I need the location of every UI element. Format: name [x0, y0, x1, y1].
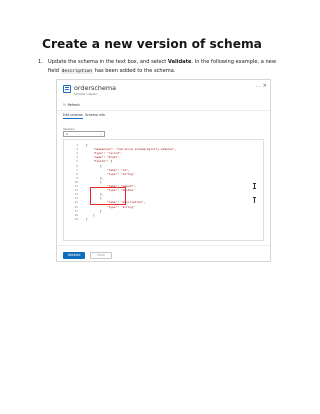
version-select[interactable]: 1 ⌄ — [63, 131, 105, 137]
close-icon[interactable]: ✕ — [263, 83, 267, 89]
step-bold-word: Validate — [167, 59, 192, 65]
page-title: Create a new version of schema — [42, 37, 262, 51]
more-options-icon[interactable]: ... — [256, 83, 262, 89]
validate-button[interactable]: Validate — [63, 252, 85, 259]
chevron-down-icon: ⌄ — [99, 132, 102, 136]
code-line: 19} — [64, 217, 263, 221]
save-button[interactable]: Save — [90, 252, 112, 259]
step-text-before: Update the schema in the text box, and s… — [48, 59, 168, 65]
schema-subtitle: Schema (classic) — [74, 92, 98, 96]
refresh-button[interactable]: ↻ Refresh — [63, 103, 80, 107]
command-bar: ↻ Refresh — [57, 101, 270, 111]
step-code-word: description — [60, 69, 94, 74]
version-value: 1 — [66, 132, 68, 136]
code-punctuation: } — [86, 216, 88, 221]
step-number: 1. — [38, 59, 43, 65]
tab-schema-info[interactable]: Schema info — [85, 113, 105, 117]
footer-bar: Validate Save — [57, 245, 270, 261]
step-text-after: has been added to the schema. — [93, 68, 176, 74]
refresh-icon: ↻ — [63, 103, 66, 107]
refresh-label: Refresh — [67, 103, 80, 107]
code-text: } — [86, 217, 88, 221]
schema-editor-screenshot: orderschema Schema (classic) ... ✕ ↻ Refr… — [56, 79, 271, 262]
schema-icon — [63, 85, 71, 93]
schema-name: orderschema — [74, 84, 117, 92]
tab-edit-schema[interactable]: Edit schema — [63, 113, 83, 119]
schema-text-editor[interactable]: 1{2 "namespace": "com.azure.schemaregist… — [63, 139, 264, 241]
step-instruction: 1. Update the schema in the text box, an… — [38, 58, 288, 76]
line-number: 19 — [74, 216, 78, 221]
